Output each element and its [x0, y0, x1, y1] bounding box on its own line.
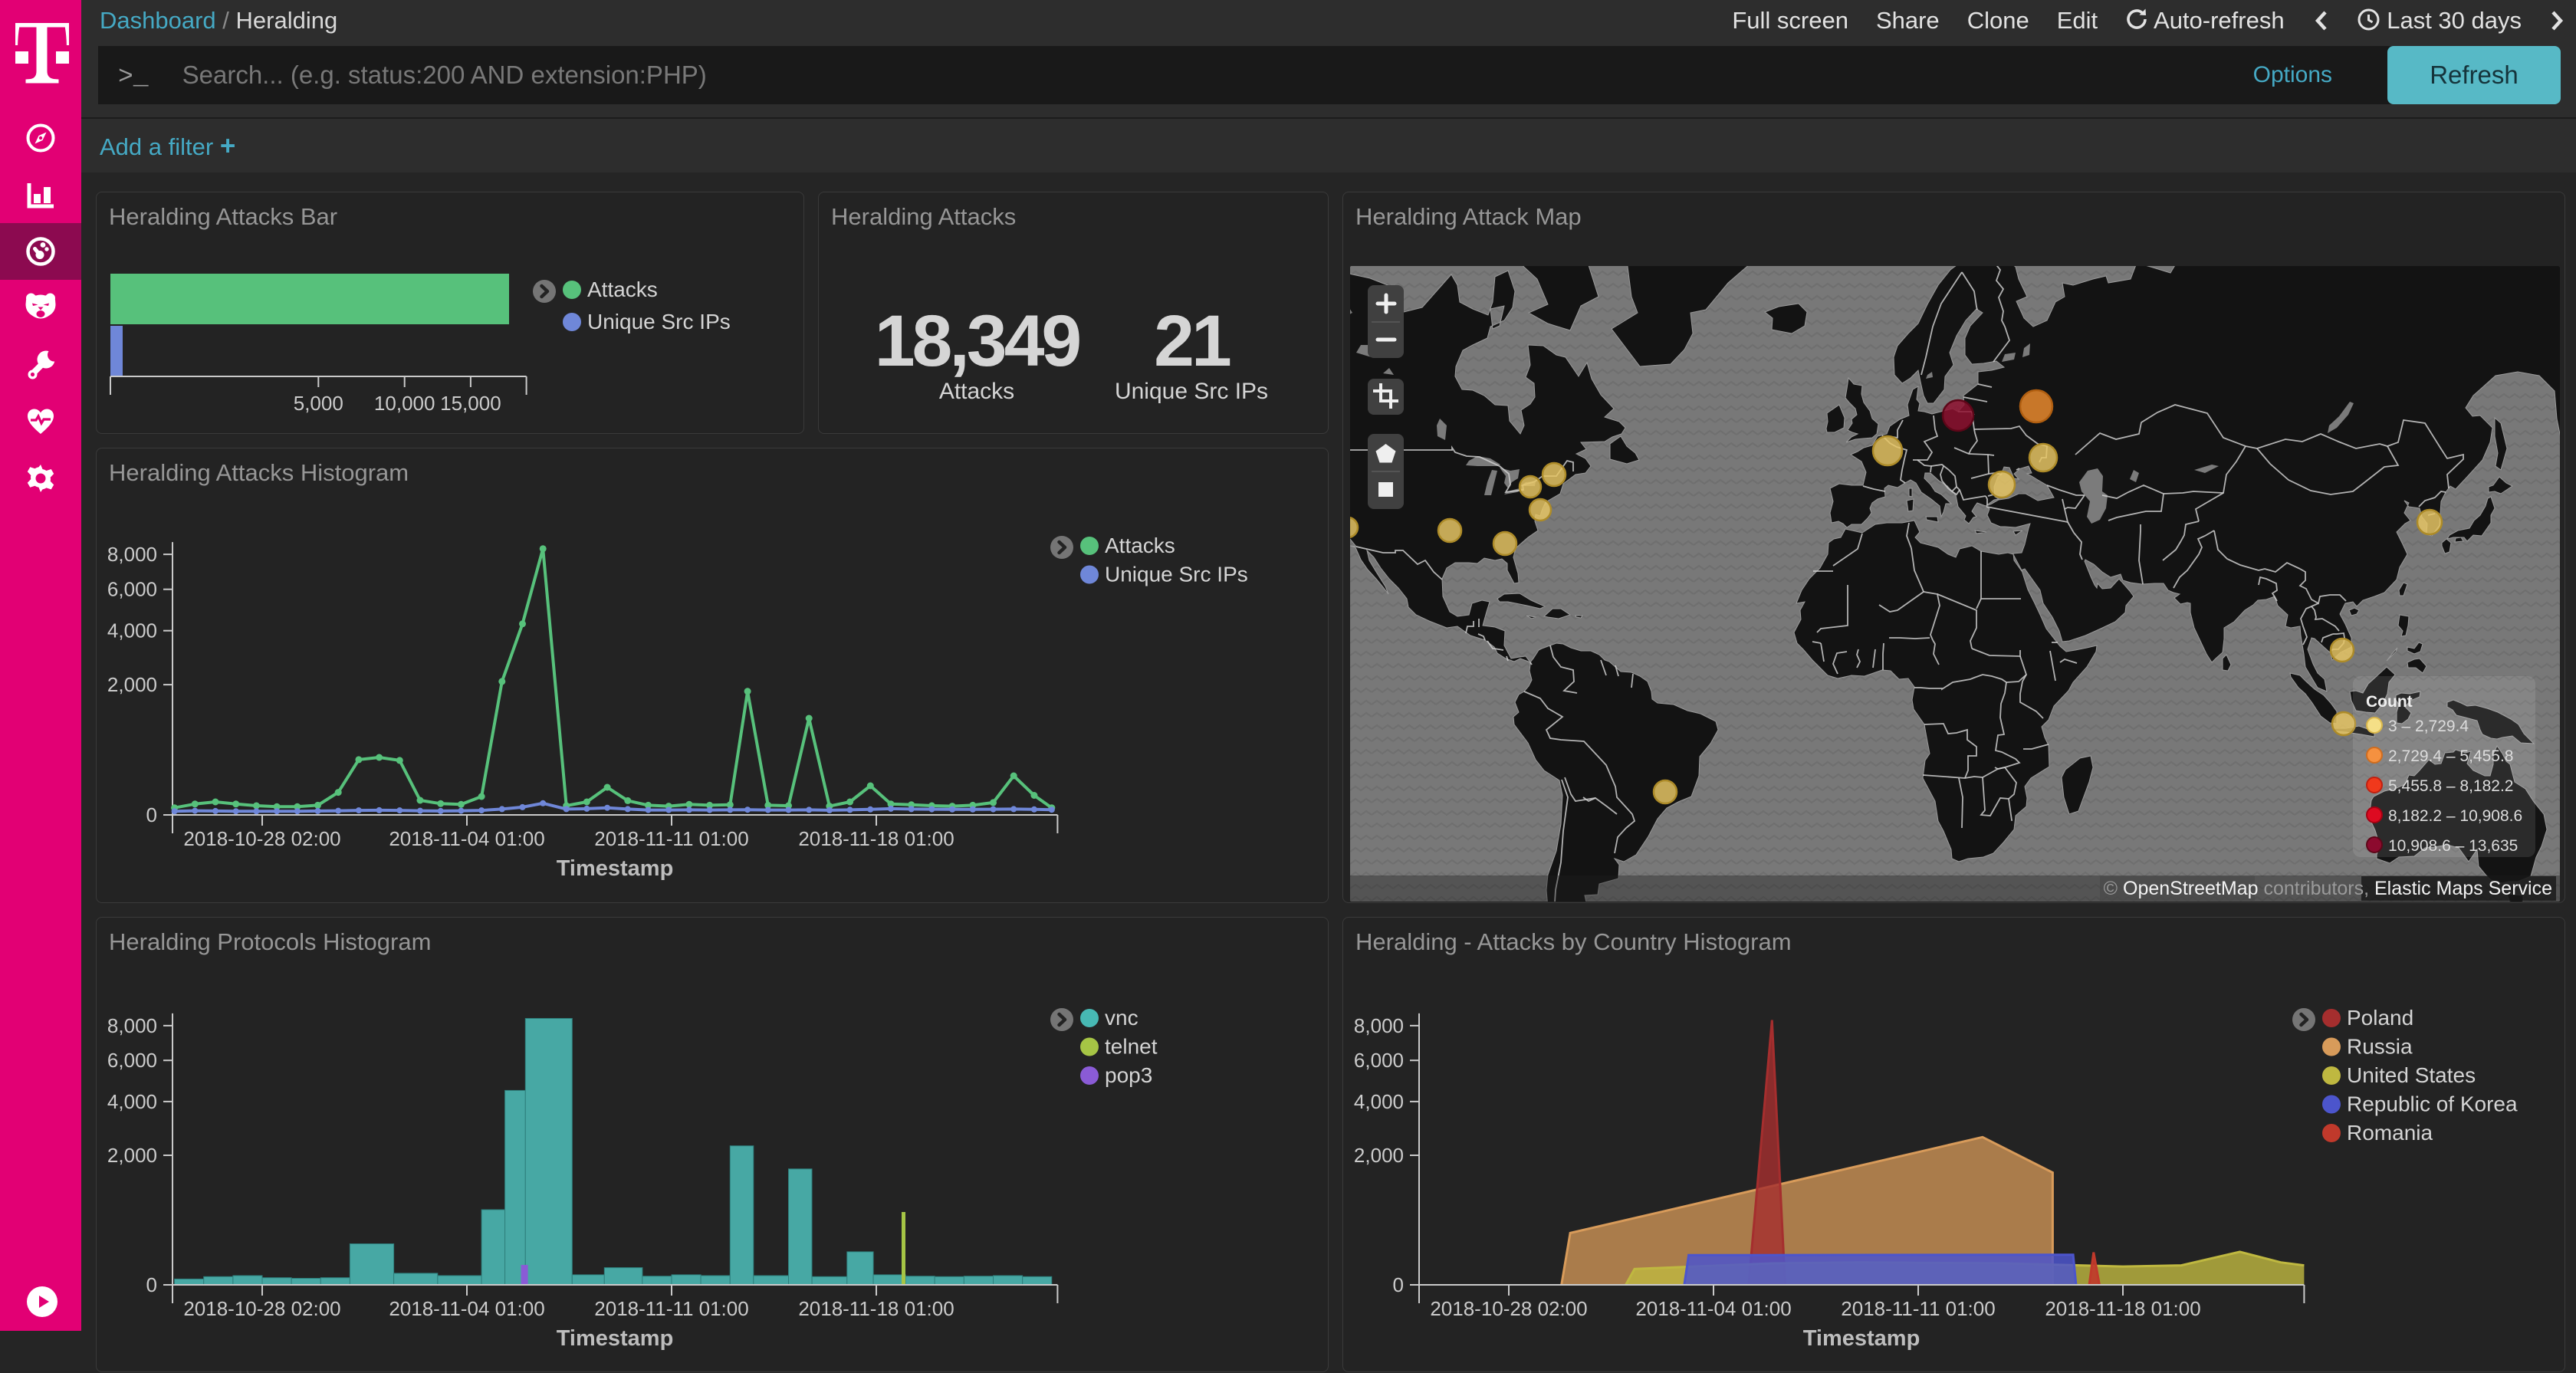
svg-text:2018-10-28 02:00: 2018-10-28 02:00: [183, 1297, 340, 1320]
svg-text:2018-11-18 01:00: 2018-11-18 01:00: [798, 827, 954, 850]
svg-text:10,000: 10,000: [374, 392, 435, 415]
svg-text:5,000: 5,000: [294, 392, 343, 415]
svg-text:telnet: telnet: [1105, 1035, 1158, 1059]
svg-text:© OpenStreetMap contributors,: © OpenStreetMap contributors, Elastic Ma…: [2104, 878, 2552, 899]
svg-text:2018-11-18 01:00: 2018-11-18 01:00: [798, 1297, 954, 1320]
svg-text:2018-10-28 02:00: 2018-10-28 02:00: [183, 827, 340, 850]
svg-text:Russia: Russia: [2347, 1035, 2413, 1059]
svg-text:2,000: 2,000: [107, 1144, 157, 1167]
svg-text:8,000: 8,000: [107, 1014, 157, 1037]
svg-text:vnc: vnc: [1105, 1006, 1138, 1030]
svg-text:15,000: 15,000: [440, 392, 501, 415]
svg-text:pop3: pop3: [1105, 1063, 1152, 1087]
svg-text:2018-10-28 02:00: 2018-10-28 02:00: [1430, 1297, 1587, 1320]
svg-text:Unique Src IPs: Unique Src IPs: [1105, 563, 1248, 586]
svg-text:8,000: 8,000: [107, 543, 157, 566]
svg-text:3 – 2,729.4: 3 – 2,729.4: [2388, 718, 2469, 735]
svg-text:2018-11-04 01:00: 2018-11-04 01:00: [389, 1297, 544, 1320]
svg-text:Poland: Poland: [2347, 1006, 2413, 1030]
svg-text:Timestamp: Timestamp: [1803, 1326, 1921, 1351]
svg-text:2018-11-11 01:00: 2018-11-11 01:00: [594, 1297, 748, 1320]
svg-text:0: 0: [1393, 1273, 1404, 1296]
svg-text:Attacks: Attacks: [1105, 534, 1175, 557]
svg-text:4,000: 4,000: [107, 1090, 157, 1113]
svg-text:6,000: 6,000: [1354, 1049, 1404, 1072]
svg-text:2,000: 2,000: [107, 673, 157, 696]
svg-text:2018-11-11 01:00: 2018-11-11 01:00: [594, 827, 748, 850]
svg-text:2018-11-18 01:00: 2018-11-18 01:00: [2045, 1297, 2200, 1320]
svg-text:4,000: 4,000: [1354, 1090, 1404, 1113]
svg-text:United States: United States: [2347, 1063, 2476, 1087]
svg-text:4,000: 4,000: [107, 619, 157, 642]
svg-text:2,000: 2,000: [1354, 1144, 1404, 1167]
svg-text:Timestamp: Timestamp: [557, 856, 674, 881]
svg-text:2018-11-04 01:00: 2018-11-04 01:00: [389, 827, 544, 850]
svg-text:5,455.8 – 8,182.2: 5,455.8 – 8,182.2: [2388, 777, 2513, 795]
svg-text:Timestamp: Timestamp: [557, 1326, 674, 1351]
svg-text:Attacks: Attacks: [587, 278, 658, 301]
svg-text:Republic of Korea: Republic of Korea: [2347, 1092, 2518, 1116]
svg-text:Romania: Romania: [2347, 1121, 2433, 1145]
svg-text:Count: Count: [2366, 693, 2413, 711]
svg-text:0: 0: [146, 803, 157, 826]
svg-text:6,000: 6,000: [107, 578, 157, 601]
svg-text:8,182.2 – 10,908.6: 8,182.2 – 10,908.6: [2388, 807, 2522, 825]
svg-text:2018-11-11 01:00: 2018-11-11 01:00: [1841, 1297, 1995, 1320]
svg-text:8,000: 8,000: [1354, 1014, 1404, 1037]
svg-text:0: 0: [146, 1273, 157, 1296]
svg-text:10,908.6 – 13,635: 10,908.6 – 13,635: [2388, 837, 2518, 855]
svg-text:Unique Src IPs: Unique Src IPs: [587, 310, 731, 333]
svg-text:2,729.4 – 5,455.8: 2,729.4 – 5,455.8: [2388, 747, 2513, 765]
svg-text:6,000: 6,000: [107, 1049, 157, 1072]
svg-text:2018-11-04 01:00: 2018-11-04 01:00: [1635, 1297, 1791, 1320]
